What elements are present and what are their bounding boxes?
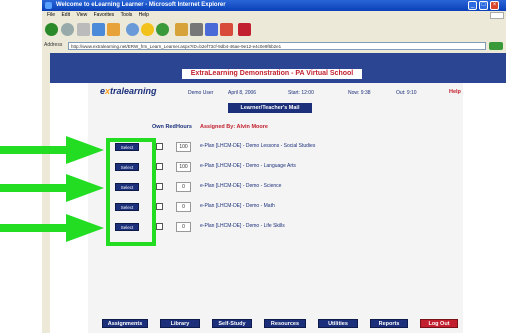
- window-title: Welcome to eLearning Learner - Microsoft…: [56, 2, 226, 8]
- header-date: April 8, 2006: [228, 90, 257, 96]
- close-button[interactable]: ×: [490, 1, 499, 10]
- own-red-checkbox[interactable]: [156, 203, 163, 210]
- address-label: Address: [44, 42, 63, 48]
- learner-teacher-mail-button[interactable]: Learner/Teacher's Mail: [228, 103, 312, 113]
- search-icon[interactable]: [126, 23, 139, 36]
- own-red-checkbox[interactable]: [156, 183, 163, 190]
- nav-assignments[interactable]: Assignments: [102, 319, 148, 328]
- browser-toolbar: [42, 20, 506, 40]
- column-own-red: Own Red: [152, 124, 176, 130]
- nav-log-out[interactable]: Log Out: [420, 319, 458, 328]
- own-red-checkbox[interactable]: [156, 223, 163, 230]
- help-link[interactable]: Help: [449, 89, 461, 95]
- go-button[interactable]: [489, 42, 503, 50]
- select-buttons-highlight: [106, 138, 156, 246]
- header-user: Demo User: [188, 90, 214, 96]
- hours-field[interactable]: 0: [176, 202, 191, 212]
- plan-link[interactable]: e-Plan [LHCM-DE] - Demo Lessons - Social…: [200, 143, 315, 149]
- bottom-navigation: Assignments Library Self-Study Resources…: [50, 317, 506, 331]
- title-bar: Welcome to eLearning Learner - Microsoft…: [42, 0, 506, 11]
- favorites-icon[interactable]: [141, 23, 154, 36]
- plan-link[interactable]: e-Plan [LHCM-DE] - Demo - Language Arts: [200, 163, 296, 169]
- print-icon[interactable]: [190, 23, 203, 36]
- page-title: ExtraLearning Demonstration - PA Virtual…: [182, 69, 362, 79]
- hours-field[interactable]: 0: [176, 182, 191, 192]
- nav-self-study[interactable]: Self-Study: [212, 319, 252, 328]
- minimize-button[interactable]: _: [468, 1, 477, 10]
- nav-utilities[interactable]: Utilities: [318, 319, 358, 328]
- address-bar: Address http://www.extralearning.net/ERW…: [42, 40, 506, 52]
- hours-field[interactable]: 100: [176, 162, 191, 172]
- annotation-arrow-icon: [0, 136, 104, 164]
- nav-library[interactable]: Library: [160, 319, 200, 328]
- header-now: Now: 9:38: [348, 90, 371, 96]
- nav-reports[interactable]: Reports: [370, 319, 408, 328]
- hours-field[interactable]: 0: [176, 222, 191, 232]
- edit-icon[interactable]: [205, 23, 218, 36]
- back-icon[interactable]: [45, 23, 58, 36]
- mail-icon[interactable]: [175, 23, 188, 36]
- refresh-icon[interactable]: [92, 23, 105, 36]
- maximize-button[interactable]: □: [479, 1, 488, 10]
- home-icon[interactable]: [107, 23, 120, 36]
- annotation-arrow-icon: [0, 214, 104, 242]
- discuss-icon[interactable]: [220, 23, 233, 36]
- menu-bar: File Edit View Favorites Tools Help: [42, 11, 506, 20]
- header-start: Start: 12:00: [288, 90, 314, 96]
- own-red-checkbox[interactable]: [156, 163, 163, 170]
- stop-icon[interactable]: [77, 23, 90, 36]
- ie-icon: [45, 2, 52, 9]
- menu-favorites[interactable]: Favorites: [94, 11, 115, 20]
- hours-field[interactable]: 100: [176, 142, 191, 152]
- plan-link[interactable]: e-Plan [LHCM-DE] - Demo - Life Skills: [200, 223, 285, 229]
- messenger-icon[interactable]: [238, 23, 251, 36]
- menu-view[interactable]: View: [76, 11, 87, 20]
- column-assigned-by: Assigned By: Alvin Moore: [200, 124, 268, 130]
- annotation-arrow-icon: [0, 174, 104, 202]
- windows-logo-icon: [490, 12, 504, 19]
- plan-link[interactable]: e-Plan [LHCM-DE] - Demo - Math: [200, 203, 275, 209]
- header-out: Out: 9:10: [396, 90, 417, 96]
- address-input[interactable]: http://www.extralearning.net/ERW_frm_Lea…: [68, 42, 486, 50]
- menu-file[interactable]: File: [47, 11, 55, 20]
- plan-link[interactable]: e-Plan [LHCM-DE] - Demo - Science: [200, 183, 281, 189]
- logo-suffix: tralearning: [110, 86, 157, 96]
- own-red-checkbox[interactable]: [156, 143, 163, 150]
- menu-tools[interactable]: Tools: [121, 11, 133, 20]
- site-banner: ExtraLearning Demonstration - PA Virtual…: [50, 53, 506, 83]
- menu-help[interactable]: Help: [139, 11, 149, 20]
- history-icon[interactable]: [156, 23, 169, 36]
- column-hours: Hours: [176, 124, 192, 130]
- site-logo: extralearning: [100, 86, 157, 96]
- menu-edit[interactable]: Edit: [61, 11, 70, 20]
- nav-resources[interactable]: Resources: [264, 319, 306, 328]
- forward-icon[interactable]: [61, 23, 74, 36]
